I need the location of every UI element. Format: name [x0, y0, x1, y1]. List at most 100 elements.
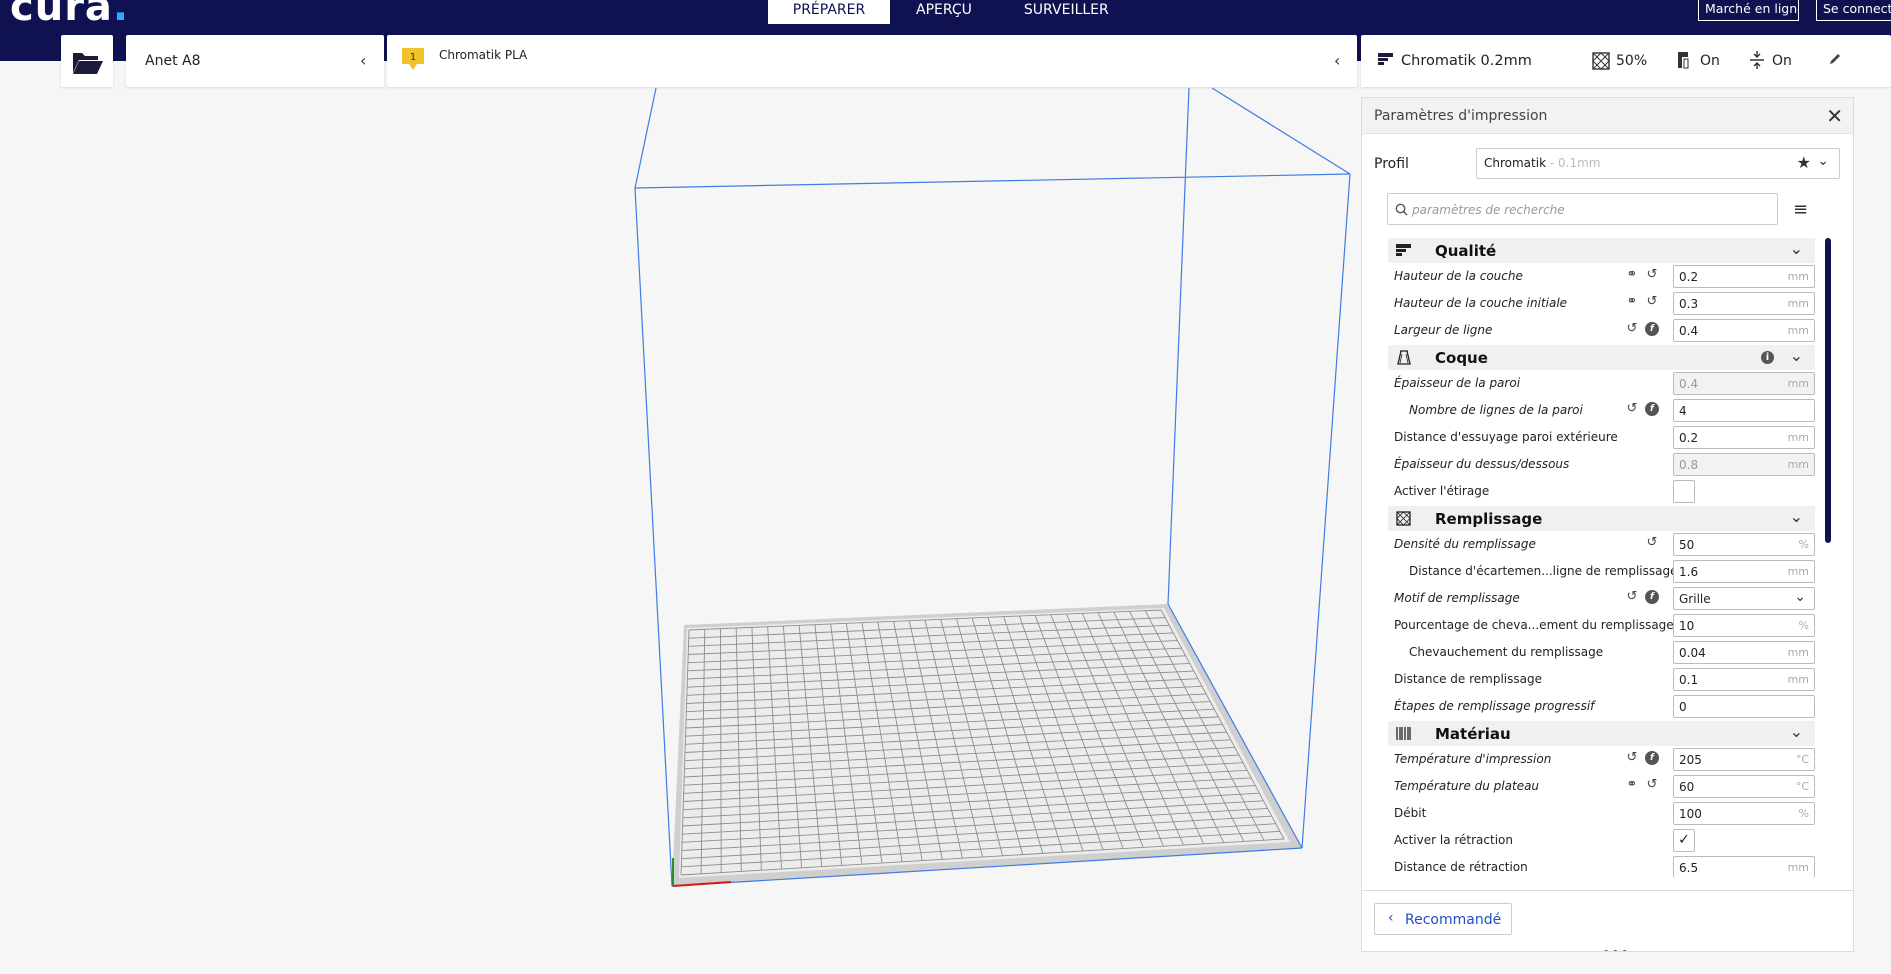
setting-input[interactable]: 1.6 mm: [1673, 560, 1815, 583]
setting-label: Hauteur de la couche initiale: [1394, 296, 1568, 310]
scrollbar[interactable]: [1825, 238, 1831, 878]
tab-preview[interactable]: APERÇU: [890, 0, 998, 24]
material-selector[interactable]: 1 Chromatik PLA ‹: [387, 35, 1357, 87]
chevron-down-icon: ⌄: [1789, 239, 1803, 258]
tab-prepare[interactable]: PRÉPARER: [768, 0, 890, 24]
svg-text:1: 1: [410, 52, 416, 63]
calculated-icon[interactable]: f: [1645, 402, 1659, 416]
reset-icon[interactable]: ↺: [1645, 268, 1659, 282]
setting-input[interactable]: 205 °C: [1673, 748, 1815, 771]
chevron-down-icon: ⌄: [1789, 722, 1803, 741]
setting-input[interactable]: 4: [1673, 399, 1815, 422]
setting-input[interactable]: 0.1 mm: [1673, 668, 1815, 691]
category-material[interactable]: Matériau ⌄: [1388, 721, 1815, 746]
print-setup-selector[interactable]: Chromatik 0.2mm 50% On On: [1361, 35, 1891, 87]
setting-unit: mm: [1787, 377, 1809, 390]
tab-monitor[interactable]: SURVEILLER: [998, 0, 1135, 24]
setting-unit: mm: [1787, 458, 1809, 471]
calculated-icon[interactable]: f: [1645, 590, 1659, 604]
setting-value: 0.2: [1679, 431, 1699, 445]
link-icon[interactable]: ⚭: [1625, 778, 1639, 792]
close-icon[interactable]: ✕: [1826, 104, 1843, 128]
setting-dropdown[interactable]: Grille ⌄: [1673, 587, 1815, 610]
quality-icon: [1378, 53, 1393, 65]
setting-label: Activer la rétraction: [1394, 833, 1513, 847]
category-label: Qualité: [1435, 242, 1497, 260]
setting-unit: mm: [1787, 861, 1809, 874]
profile-layer-height: - 0.1mm: [1546, 156, 1601, 170]
calculated-icon[interactable]: f: [1645, 751, 1659, 765]
resize-grip-icon[interactable]: •••: [1602, 945, 1630, 951]
settings-visibility-menu-icon[interactable]: ≡: [1793, 199, 1808, 220]
recommended-mode-button[interactable]: ‹ Recommandé: [1374, 903, 1512, 935]
build-volume-viewport[interactable]: [0, 87, 1360, 974]
reset-icon[interactable]: ↺: [1625, 751, 1639, 765]
setting-checkbox[interactable]: [1673, 480, 1695, 503]
chevron-left-icon: ‹: [360, 51, 367, 70]
open-file-button[interactable]: [61, 35, 113, 87]
link-icon[interactable]: ⚭: [1625, 268, 1639, 282]
setting-input[interactable]: 0.2 mm: [1673, 426, 1815, 449]
calculated-icon[interactable]: f: [1645, 322, 1659, 336]
material-icon: [1396, 727, 1411, 740]
setting-label: Hauteur de la couche: [1394, 269, 1523, 283]
setting-input[interactable]: 0.04 mm: [1673, 641, 1815, 664]
setting-row: Hauteur de la couche ⚭ ↺ 0.2 mm: [1388, 263, 1815, 290]
setting-value: 60: [1679, 780, 1695, 794]
infill-summary: 50%: [1616, 53, 1648, 69]
signin-button[interactable]: Se connecter: [1816, 0, 1891, 21]
setting-row: Distance de rétraction 6.5 mm: [1388, 854, 1815, 877]
category-label: Coque: [1435, 349, 1488, 367]
scrollbar-thumb[interactable]: [1825, 238, 1831, 543]
setting-unit: %: [1798, 619, 1809, 632]
reset-icon[interactable]: ↺: [1625, 322, 1639, 336]
reset-icon[interactable]: ↺: [1625, 402, 1639, 416]
setting-value: 0.1: [1679, 673, 1699, 687]
setting-unit: mm: [1787, 324, 1809, 337]
marketplace-button[interactable]: Marché en ligne: [1698, 0, 1799, 21]
setting-row: Débit 100%: [1388, 800, 1815, 827]
reset-icon[interactable]: ↺: [1625, 590, 1639, 604]
setting-row: Épaisseur de la paroi 0.4 mm: [1388, 370, 1815, 397]
setting-label: Épaisseur du dessus/dessous: [1394, 457, 1570, 471]
settings-list[interactable]: Qualité ⌄ Hauteur de la couche ⚭ ↺ 0.2 mm Haute…: [1388, 237, 1815, 877]
setting-input[interactable]: 0.2 mm: [1673, 265, 1815, 288]
panel-footer: ‹ Recommandé •••: [1362, 890, 1853, 951]
setting-unit: mm: [1787, 297, 1809, 310]
settings-search-input[interactable]: paramètres de recherche: [1387, 193, 1778, 225]
infill-icon: [1592, 52, 1610, 70]
setting-value: 1.6: [1679, 565, 1699, 579]
setting-input[interactable]: 60 °C: [1673, 775, 1815, 798]
profile-dropdown[interactable]: Chromatik - 0.1mm ★ ⌄: [1476, 148, 1840, 179]
setting-input[interactable]: 10%: [1673, 614, 1815, 637]
setting-label: Densité du remplissage: [1394, 537, 1536, 551]
setting-row: Nombre de lignes de la paroi ↺ f 4: [1388, 397, 1815, 424]
setting-unit: °C: [1795, 780, 1809, 793]
info-icon[interactable]: i: [1761, 351, 1774, 364]
material-name: Chromatik PLA: [439, 48, 528, 62]
reset-icon[interactable]: ↺: [1645, 536, 1659, 550]
category-infill[interactable]: Remplissage ⌄: [1388, 506, 1815, 531]
setting-value: 10: [1679, 619, 1695, 633]
setting-unit: mm: [1787, 565, 1809, 578]
category-shell[interactable]: Coque i ⌄: [1388, 345, 1815, 370]
printer-selector[interactable]: Anet A8 ‹: [126, 35, 384, 87]
star-icon[interactable]: ★: [1797, 153, 1811, 172]
setting-input[interactable]: 6.5 mm: [1673, 856, 1815, 877]
printer-name: Anet A8: [145, 53, 201, 69]
setting-input[interactable]: 100%: [1673, 802, 1815, 825]
setting-checkbox[interactable]: ✓: [1673, 829, 1695, 852]
setting-input[interactable]: 0: [1673, 695, 1815, 718]
setting-input[interactable]: 0.4 mm: [1673, 319, 1815, 342]
reset-icon[interactable]: ↺: [1645, 295, 1659, 309]
link-icon[interactable]: ⚭: [1625, 295, 1639, 309]
setting-input[interactable]: 50%: [1673, 533, 1815, 556]
reset-icon[interactable]: ↺: [1645, 778, 1659, 792]
setting-label: Activer l'étirage: [1394, 484, 1490, 498]
setting-value: 4: [1679, 404, 1687, 418]
setting-row: Distance d'essuyage paroi extérieure 0.2 m…: [1388, 424, 1815, 451]
print-settings-panel: Paramètres d'impression ✕ Profil Chromat…: [1361, 97, 1854, 952]
category-quality[interactable]: Qualité ⌄: [1388, 238, 1815, 263]
setting-input[interactable]: 0.3 mm: [1673, 292, 1815, 315]
setting-row: Activer l'étirage: [1388, 478, 1815, 505]
